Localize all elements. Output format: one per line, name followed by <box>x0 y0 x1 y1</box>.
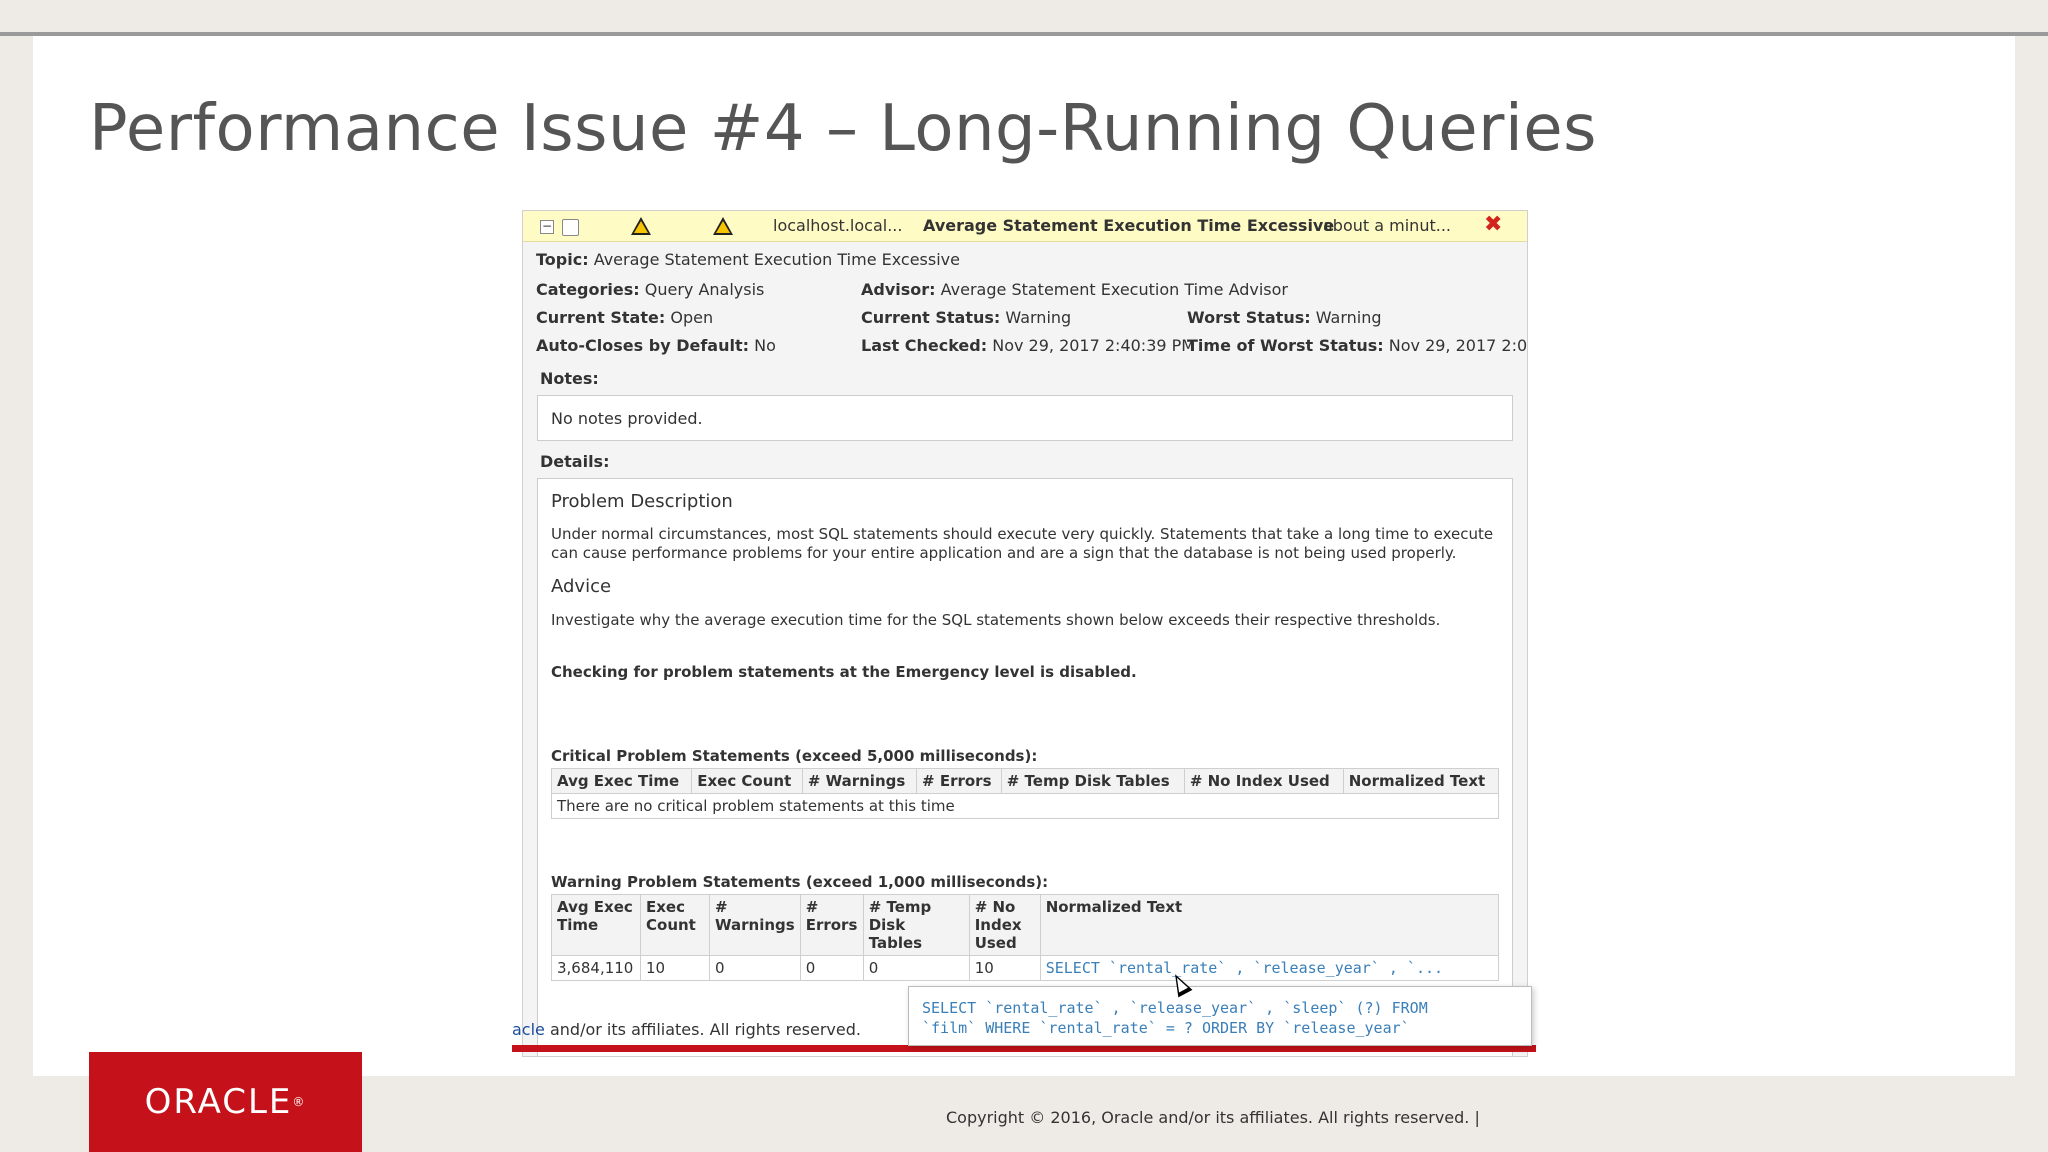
column-header: # Temp Disk Tables <box>862 894 970 956</box>
empty-message: There are no critical problem statements… <box>551 793 1499 819</box>
advisor-row: Advisor: Average Statement Execution Tim… <box>861 280 1288 299</box>
alert-host: localhost.local... <box>773 216 903 235</box>
problem-heading: Problem Description <box>551 491 733 512</box>
column-header: Normalized Text <box>1039 894 1500 956</box>
time-worst-value: Nov 29, 2017 2:09:39 PM <box>1388 336 1528 355</box>
time-worst-label: Time of Worst Status: <box>1187 336 1384 355</box>
table-header-row: Avg Exec Time Exec Count # Warnings # Er… <box>550 768 1500 794</box>
slide-title: Performance Issue #4 – Long-Running Quer… <box>89 92 1597 166</box>
alert-header-bar[interactable]: − localhost.local... Average Statement E… <box>523 211 1527 242</box>
advice-heading: Advice <box>551 576 612 597</box>
current-status-row: Current Status: Warning <box>861 308 1071 327</box>
column-header: Normalized Text <box>1342 768 1500 794</box>
exec-count-cell: 10 <box>640 955 710 981</box>
warnings-cell: 0 <box>709 955 801 981</box>
screenshot-panel: − localhost.local... Average Statement E… <box>522 210 1528 1057</box>
column-header: # Errors <box>916 768 1002 794</box>
categories-value: Query Analysis <box>644 280 765 299</box>
topic-value: Average Statement Execution Time Excessi… <box>593 250 960 269</box>
current-status-value: Warning <box>1005 308 1072 327</box>
warning-title: Warning Problem Statements (exceed 1,000… <box>551 873 1049 891</box>
column-header: Avg Exec Time <box>551 894 641 956</box>
collapse-toggle[interactable]: − <box>540 220 554 234</box>
emergency-note: Checking for problem statements at the E… <box>551 663 1137 681</box>
details-box: Problem Description Under normal circums… <box>537 478 1513 1056</box>
details-label: Details: <box>540 452 610 471</box>
column-header: Avg Exec Time <box>550 768 693 794</box>
advice-text: Investigate why the average execution ti… <box>551 611 1441 629</box>
column-header: # No Index Used <box>968 894 1041 956</box>
notes-box: No notes provided. <box>537 395 1513 441</box>
current-state-row: Current State: Open <box>536 308 713 327</box>
column-header: # No Index Used <box>1183 768 1344 794</box>
column-header: # Warnings <box>801 768 918 794</box>
notes-label: Notes: <box>540 369 599 388</box>
time-worst-row: Time of Worst Status: Nov 29, 2017 2:09:… <box>1187 336 1528 355</box>
critical-title: Critical Problem Statements (exceed 5,00… <box>551 747 1038 765</box>
column-header: Exec Count <box>691 768 803 794</box>
warning-table: Avg Exec Time Exec Count # Warnings # Er… <box>551 894 1500 981</box>
worst-status-label: Worst Status: <box>1187 308 1311 327</box>
categories-label: Categories: <box>536 280 640 299</box>
column-header: Exec Count <box>640 894 710 956</box>
oracle-logo: ORACLE ® <box>89 1052 362 1152</box>
column-header: # Temp Disk Tables <box>1000 768 1185 794</box>
critical-table: Avg Exec Time Exec Count # Warnings # Er… <box>550 768 1500 819</box>
auto-closes-value: No <box>754 336 776 355</box>
column-header: # Errors <box>799 894 864 956</box>
worst-status-value: Warning <box>1315 308 1382 327</box>
normalized-text-cell[interactable]: SELECT `rental_rate` , `release_year` , … <box>1039 955 1500 981</box>
advisor-label: Advisor: <box>861 280 936 299</box>
table-row: There are no critical problem statements… <box>551 793 1499 819</box>
auto-closes-row: Auto-Closes by Default: No <box>536 336 776 355</box>
embedded-copyright-text: and/or its affiliates. All rights reserv… <box>544 1020 861 1039</box>
current-state-label: Current State: <box>536 308 666 327</box>
select-checkbox[interactable] <box>562 219 579 236</box>
advisor-value: Average Statement Execution Time Advisor <box>940 280 1289 299</box>
tooltip-line-2: `film` WHERE `rental_rate` = ? ORDER BY … <box>922 1019 1410 1037</box>
categories-row: Categories: Query Analysis <box>536 280 764 299</box>
topic-label: Topic: <box>536 250 589 269</box>
alert-time: about a minut... <box>1323 216 1451 235</box>
temp-disk-tables-cell: 0 <box>862 955 970 981</box>
table-header-row: Avg Exec Time Exec Count # Warnings # Er… <box>551 894 1500 956</box>
warning-icon <box>713 217 733 235</box>
registered-mark: ® <box>292 1095 307 1109</box>
sql-tooltip: SELECT `rental_rate` , `release_year` , … <box>908 986 1532 1046</box>
no-index-used-cell: 10 <box>968 955 1041 981</box>
tooltip-line-1: SELECT `rental_rate` , `release_year` , … <box>922 999 1428 1017</box>
oracle-link-fragment[interactable]: acle <box>512 1020 545 1039</box>
errors-cell: 0 <box>799 955 864 981</box>
slide-footer: Copyright © 2016, Oracle and/or its affi… <box>946 1108 1480 1127</box>
avg-exec-time-cell: 3,684,110 <box>551 955 641 981</box>
problem-text: Under normal circumstances, most SQL sta… <box>551 525 1494 562</box>
auto-closes-label: Auto-Closes by Default: <box>536 336 750 355</box>
oracle-logo-text: ORACLE <box>144 1082 293 1122</box>
red-divider <box>512 1045 1536 1052</box>
notes-text: No notes provided. <box>551 409 703 428</box>
alert-title: Average Statement Execution Time Excessi… <box>923 216 1335 235</box>
last-checked-label: Last Checked: <box>861 336 988 355</box>
current-status-label: Current Status: <box>861 308 1001 327</box>
topic-row: Topic: Average Statement Execution Time … <box>536 250 960 269</box>
worst-status-row: Worst Status: Warning <box>1187 308 1382 327</box>
last-checked-value: Nov 29, 2017 2:40:39 PM <box>992 336 1196 355</box>
table-row[interactable]: 3,684,110 10 0 0 0 10 SELECT `rental_rat… <box>551 955 1500 981</box>
current-state-value: Open <box>670 308 714 327</box>
warning-icon <box>631 217 651 235</box>
close-icon[interactable]: ✖ <box>1484 212 1502 237</box>
column-header: # Warnings <box>709 894 801 956</box>
last-checked-row: Last Checked: Nov 29, 2017 2:40:39 PM <box>861 336 1195 355</box>
